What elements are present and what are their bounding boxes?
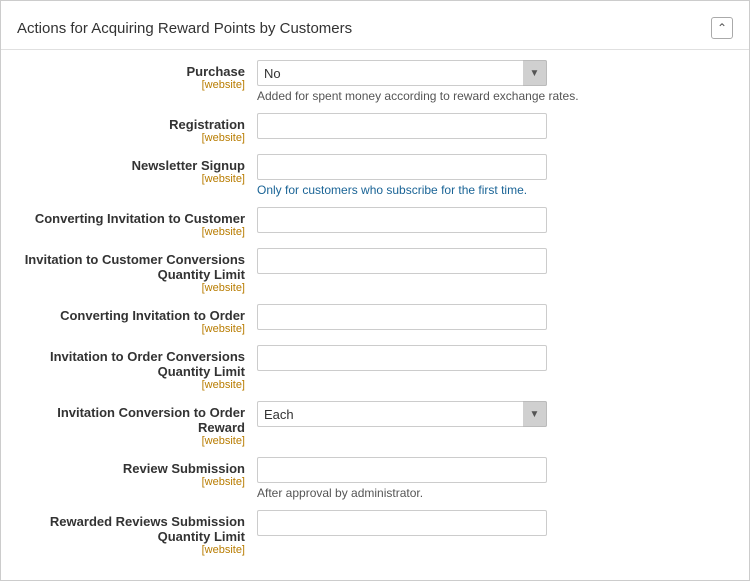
label-sub-invitation_conversion_order_reward: [website]	[17, 435, 245, 447]
label-sub-converting_invitation_to_customer: [website]	[17, 226, 245, 238]
label-sub-purchase: [website]	[17, 79, 245, 91]
control-group-converting_invitation_to_order	[257, 304, 733, 330]
hint-newsletter_signup: Only for customers who subscribe for the…	[257, 183, 733, 197]
label-group-review_submission: Review Submission[website]	[17, 457, 257, 488]
label-review_submission: Review Submission	[17, 461, 245, 476]
form-row-converting_invitation_to_order: Converting Invitation to Order[website]	[17, 304, 733, 335]
label-group-invitation_conversion_order_reward: Invitation Conversion to Order Reward[we…	[17, 401, 257, 447]
label-group-rewarded_reviews_quantity_limit: Rewarded Reviews Submission Quantity Lim…	[17, 510, 257, 556]
form-section: Purchase[website]NoYes▼Added for spent m…	[1, 56, 749, 570]
input-converting_invitation_to_order[interactable]	[257, 304, 547, 330]
label-converting_invitation_to_order: Converting Invitation to Order	[17, 308, 245, 323]
input-rewarded_reviews_quantity_limit[interactable]	[257, 510, 547, 536]
collapse-button[interactable]: ⌃	[711, 17, 733, 39]
label-group-converting_invitation_to_customer: Converting Invitation to Customer[websit…	[17, 207, 257, 238]
select-wrapper-invitation_conversion_order_reward: EachFirst▼	[257, 401, 547, 427]
label-sub-rewarded_reviews_quantity_limit: [website]	[17, 544, 245, 556]
select-wrapper-purchase: NoYes▼	[257, 60, 547, 86]
form-row-invitation_customer_quantity_limit: Invitation to Customer Conversions Quant…	[17, 248, 733, 294]
label-sub-converting_invitation_to_order: [website]	[17, 323, 245, 335]
form-row-purchase: Purchase[website]NoYes▼Added for spent m…	[17, 60, 733, 103]
form-row-review_submission: Review Submission[website]After approval…	[17, 457, 733, 500]
label-group-invitation_order_quantity_limit: Invitation to Order Conversions Quantity…	[17, 345, 257, 391]
label-sub-invitation_customer_quantity_limit: [website]	[17, 282, 245, 294]
control-group-rewarded_reviews_quantity_limit	[257, 510, 733, 536]
page-title: Actions for Acquiring Reward Points by C…	[17, 20, 352, 37]
input-registration[interactable]	[257, 113, 547, 139]
page-container: Actions for Acquiring Reward Points by C…	[0, 0, 750, 581]
input-review_submission[interactable]	[257, 457, 547, 483]
control-group-converting_invitation_to_customer	[257, 207, 733, 233]
control-group-invitation_customer_quantity_limit	[257, 248, 733, 274]
form-row-invitation_order_quantity_limit: Invitation to Order Conversions Quantity…	[17, 345, 733, 391]
input-invitation_customer_quantity_limit[interactable]	[257, 248, 547, 274]
control-group-review_submission: After approval by administrator.	[257, 457, 733, 500]
form-row-invitation_conversion_order_reward: Invitation Conversion to Order Reward[we…	[17, 401, 733, 447]
label-newsletter_signup: Newsletter Signup	[17, 158, 245, 173]
label-invitation_customer_quantity_limit: Invitation to Customer Conversions Quant…	[17, 252, 245, 282]
hint-review_submission: After approval by administrator.	[257, 486, 733, 500]
control-group-newsletter_signup: Only for customers who subscribe for the…	[257, 154, 733, 197]
label-purchase: Purchase	[17, 64, 245, 79]
hint-purchase: Added for spent money according to rewar…	[257, 89, 733, 103]
label-sub-review_submission: [website]	[17, 476, 245, 488]
label-group-invitation_customer_quantity_limit: Invitation to Customer Conversions Quant…	[17, 248, 257, 294]
label-sub-newsletter_signup: [website]	[17, 173, 245, 185]
input-converting_invitation_to_customer[interactable]	[257, 207, 547, 233]
input-newsletter_signup[interactable]	[257, 154, 547, 180]
label-group-converting_invitation_to_order: Converting Invitation to Order[website]	[17, 304, 257, 335]
collapse-icon: ⌃	[717, 21, 727, 35]
label-sub-invitation_order_quantity_limit: [website]	[17, 379, 245, 391]
form-row-newsletter_signup: Newsletter Signup[website]Only for custo…	[17, 154, 733, 197]
control-group-registration	[257, 113, 733, 139]
form-row-registration: Registration[website]	[17, 113, 733, 144]
page-header: Actions for Acquiring Reward Points by C…	[1, 11, 749, 50]
select-invitation_conversion_order_reward[interactable]: EachFirst	[257, 401, 547, 427]
label-sub-registration: [website]	[17, 132, 245, 144]
label-invitation_order_quantity_limit: Invitation to Order Conversions Quantity…	[17, 349, 245, 379]
form-row-converting_invitation_to_customer: Converting Invitation to Customer[websit…	[17, 207, 733, 238]
label-group-registration: Registration[website]	[17, 113, 257, 144]
label-invitation_conversion_order_reward: Invitation Conversion to Order Reward	[17, 405, 245, 435]
form-row-rewarded_reviews_quantity_limit: Rewarded Reviews Submission Quantity Lim…	[17, 510, 733, 556]
control-group-invitation_order_quantity_limit	[257, 345, 733, 371]
control-group-invitation_conversion_order_reward: EachFirst▼	[257, 401, 733, 427]
input-invitation_order_quantity_limit[interactable]	[257, 345, 547, 371]
label-rewarded_reviews_quantity_limit: Rewarded Reviews Submission Quantity Lim…	[17, 514, 245, 544]
label-converting_invitation_to_customer: Converting Invitation to Customer	[17, 211, 245, 226]
control-group-purchase: NoYes▼ Added for spent money according to…	[257, 60, 733, 103]
label-registration: Registration	[17, 117, 245, 132]
label-group-newsletter_signup: Newsletter Signup[website]	[17, 154, 257, 185]
label-group-purchase: Purchase[website]	[17, 60, 257, 91]
select-purchase[interactable]: NoYes	[257, 60, 547, 86]
